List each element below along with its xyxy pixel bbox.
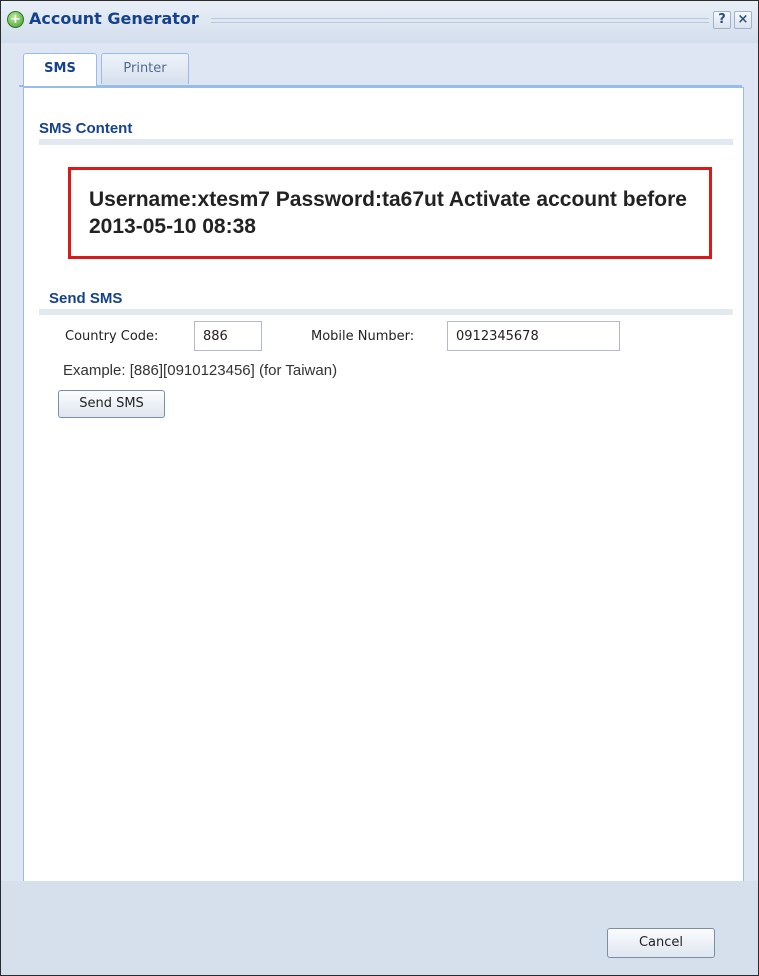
mobile-number-label: Mobile Number:	[311, 329, 415, 344]
add-circle-icon: +	[7, 11, 24, 28]
country-code-input[interactable]	[194, 321, 262, 351]
window-footer: Cancel	[1, 881, 758, 975]
send-sms-button[interactable]: Send SMS	[58, 390, 165, 418]
sms-content-divider	[39, 139, 733, 145]
sms-message-box: Username:xtesm7 Password:ta67ut Activate…	[68, 167, 712, 259]
sms-content-header: SMS Content	[39, 120, 133, 137]
send-sms-divider	[39, 309, 733, 315]
cancel-button[interactable]: Cancel	[607, 928, 715, 958]
send-sms-header: Send SMS	[49, 290, 123, 307]
account-generator-window: + Account Generator ? × SMS Printer SMS …	[0, 0, 759, 976]
sms-panel: SMS Content Username:xtesm7 Password:ta6…	[23, 87, 744, 882]
window-titlebar: + Account Generator ? ×	[1, 1, 758, 43]
tab-sms[interactable]: SMS	[23, 53, 97, 86]
mobile-number-input[interactable]	[447, 321, 620, 351]
window-title: Account Generator	[29, 9, 199, 28]
country-code-label: Country Code:	[65, 329, 159, 344]
titlebar-divider	[211, 18, 709, 23]
help-icon[interactable]: ?	[713, 11, 731, 29]
sms-message-text: Username:xtesm7 Password:ta67ut Activate…	[89, 188, 687, 238]
example-hint: Example: [886][0910123456] (for Taiwan)	[63, 362, 338, 379]
tab-printer[interactable]: Printer	[101, 53, 189, 84]
tab-strip: SMS Printer	[19, 43, 742, 87]
close-icon[interactable]: ×	[734, 11, 752, 29]
